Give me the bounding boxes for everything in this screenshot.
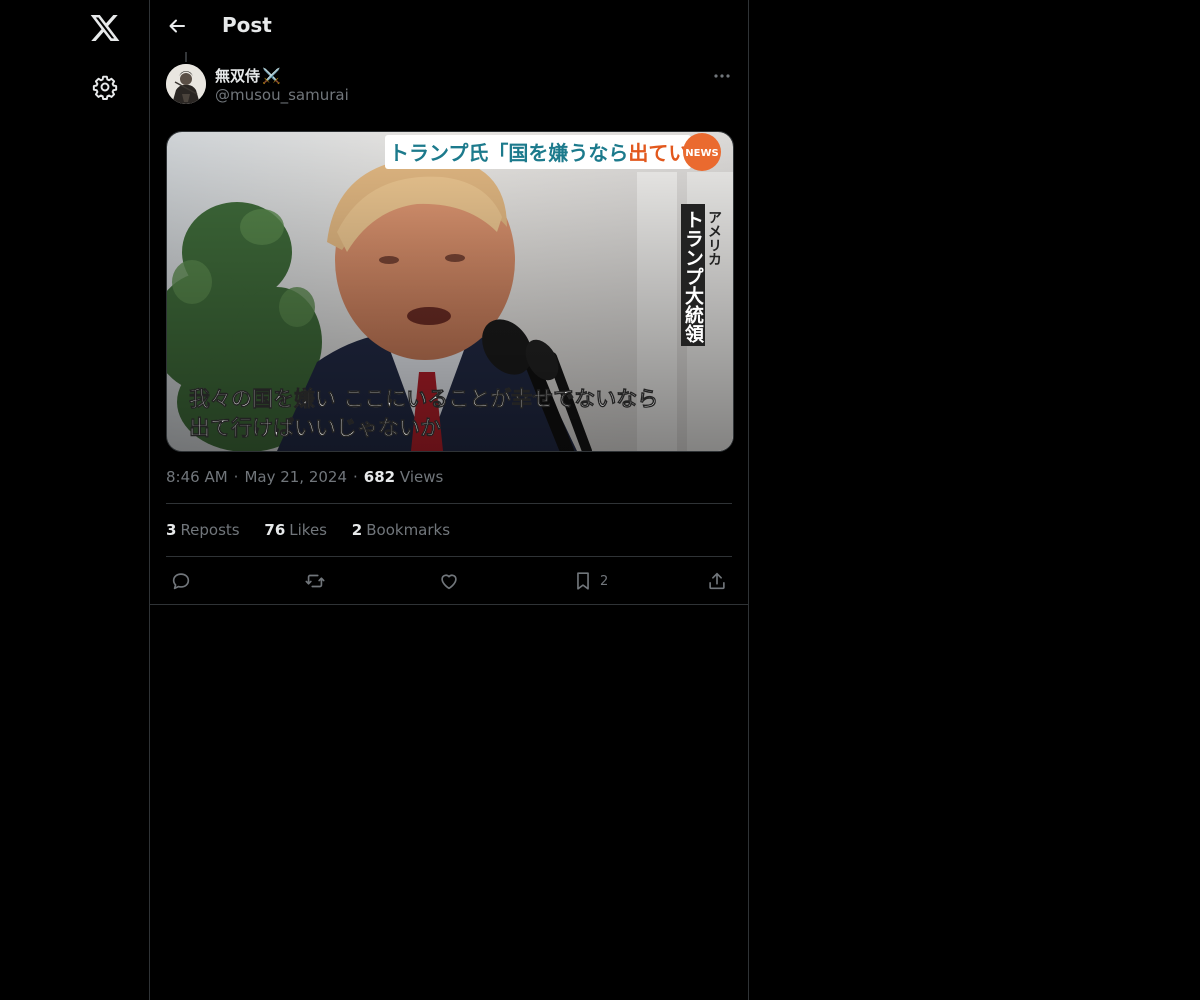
likes-count: 76 [264, 521, 286, 539]
repost-icon [305, 574, 325, 588]
action-bar: 2 [166, 568, 732, 594]
post-meta: 8:46 AM · May 21, 2024 · 682 Views [166, 468, 443, 486]
post-stats: 3 Reposts 76 Likes 2 Bookmarks [166, 521, 470, 539]
author-handle[interactable]: @musou_samurai [215, 86, 349, 104]
media-subtitle-line1: 我々の国を嫌い ここにいることが幸せでないなら [189, 387, 658, 411]
more-icon[interactable] [712, 66, 732, 86]
media-headline: トランプ氏「国を嫌うなら [389, 141, 628, 165]
reply-button[interactable] [170, 568, 192, 594]
avatar[interactable] [166, 64, 206, 104]
reply-icon [172, 573, 190, 590]
bookmark-count: 2 [600, 573, 609, 589]
views-label: Views [399, 468, 444, 486]
bookmark-icon [577, 572, 589, 590]
divider [166, 556, 732, 557]
repost-button[interactable] [304, 568, 326, 594]
back-arrow-icon[interactable] [165, 14, 189, 38]
divider [150, 604, 748, 605]
share-button[interactable] [706, 568, 728, 594]
bookmark-button[interactable]: 2 [572, 568, 608, 594]
post-date[interactable]: May 21, 2024 [244, 468, 347, 486]
reposts-stat[interactable]: 3 Reposts [166, 521, 240, 539]
bookmarks-label: Bookmarks [366, 521, 451, 539]
svg-text:トランプ氏「国を嫌うなら出ていけ」: トランプ氏「国を嫌うなら出ていけ」 [389, 141, 728, 165]
post-header: Post [150, 0, 748, 53]
bookmarks-stat[interactable]: 2 Bookmarks [352, 521, 450, 539]
left-rail [0, 0, 149, 1000]
reposts-label: Reposts [180, 521, 240, 539]
like-icon [441, 574, 457, 590]
media-subtitle-line2: 出て行けばいいじゃないか [189, 416, 441, 440]
gear-icon[interactable] [92, 74, 118, 100]
likes-label: Likes [289, 521, 328, 539]
meta-separator: · [233, 468, 239, 486]
x-logo-icon[interactable] [89, 12, 121, 44]
meta-separator: · [353, 468, 358, 486]
post-time[interactable]: 8:46 AM [166, 468, 228, 486]
page-title: Post [222, 13, 272, 37]
reposts-count: 3 [166, 521, 177, 539]
news-badge: NEWS [685, 148, 718, 159]
author-name-text: 無双侍 [215, 67, 261, 85]
likes-stat[interactable]: 76 Likes [264, 521, 327, 539]
crossed-swords-icon: ⚔️ [262, 67, 281, 85]
bookmarks-count: 2 [351, 521, 363, 539]
media-side-caption-small: アメリカ [706, 210, 722, 266]
divider [166, 503, 732, 504]
thread-connector [185, 52, 187, 62]
post-column: Post 無双侍 ⚔️ @musou_samurai トランプ氏「国を嫌うなら出… [149, 0, 749, 1000]
like-button[interactable] [438, 568, 460, 594]
share-icon [709, 572, 725, 590]
views-count: 682 [363, 468, 396, 486]
author-display-name[interactable]: 無双侍 ⚔️ [215, 65, 281, 86]
post-media[interactable]: トランプ氏「国を嫌うなら出ていけ」 NEWS アメリカ トランプ大統領 我々の国… [166, 131, 734, 452]
media-side-caption: トランプ大統領 [682, 210, 704, 344]
